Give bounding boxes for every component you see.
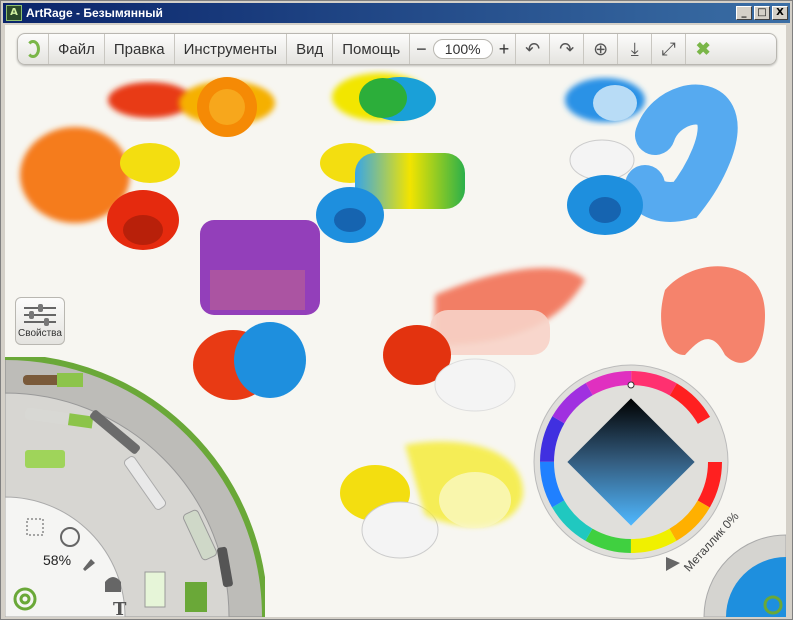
menu-file[interactable]: Файл [49,34,105,64]
painting-canvas[interactable]: Файл Правка Инструменты Вид Помощь − 100… [5,25,786,617]
menu-edit[interactable]: Правка [105,34,175,64]
maximize-button[interactable]: □ [754,6,770,20]
sliders-icon [24,304,56,326]
brush-size-value[interactable]: 58% [43,552,71,568]
app-icon: A [6,5,22,21]
color-picker[interactable] [526,357,786,617]
text-tool-icon: T [113,599,127,617]
tool-picker[interactable]: T [5,357,265,617]
zoom-in-button[interactable]: + [499,39,510,60]
zoom-out-button[interactable]: − [416,39,427,60]
save-icon[interactable]: ⤓ [618,34,653,64]
menu-help[interactable]: Помощь [333,34,411,64]
main-toolbar: Файл Правка Инструменты Вид Помощь − 100… [17,33,777,65]
properties-button[interactable]: Свойства [15,297,65,345]
window-close-button[interactable]: X [772,6,788,20]
menu-tools[interactable]: Инструменты [175,34,288,64]
close-icon[interactable]: ✖ [686,34,720,64]
add-icon[interactable]: ⊕ [584,34,619,64]
title-bar: A ArtRage - Безымянный _ □ X [3,3,790,23]
window-title: ArtRage - Безымянный [26,6,163,20]
artrage-logo-icon[interactable] [18,34,49,64]
redo-icon[interactable]: ↷ [550,34,585,64]
minimize-button[interactable]: _ [736,6,752,20]
undo-icon[interactable]: ↶ [516,34,551,64]
zoom-value[interactable]: 100% [432,39,493,59]
properties-label: Свойства [18,328,62,339]
zoom-control: − 100% + [410,34,517,64]
menu-view[interactable]: Вид [287,34,334,64]
app-window: A ArtRage - Безымянный _ □ X Файл Правка… [0,0,793,620]
fullscreen-icon[interactable]: ⤢ [652,34,687,64]
